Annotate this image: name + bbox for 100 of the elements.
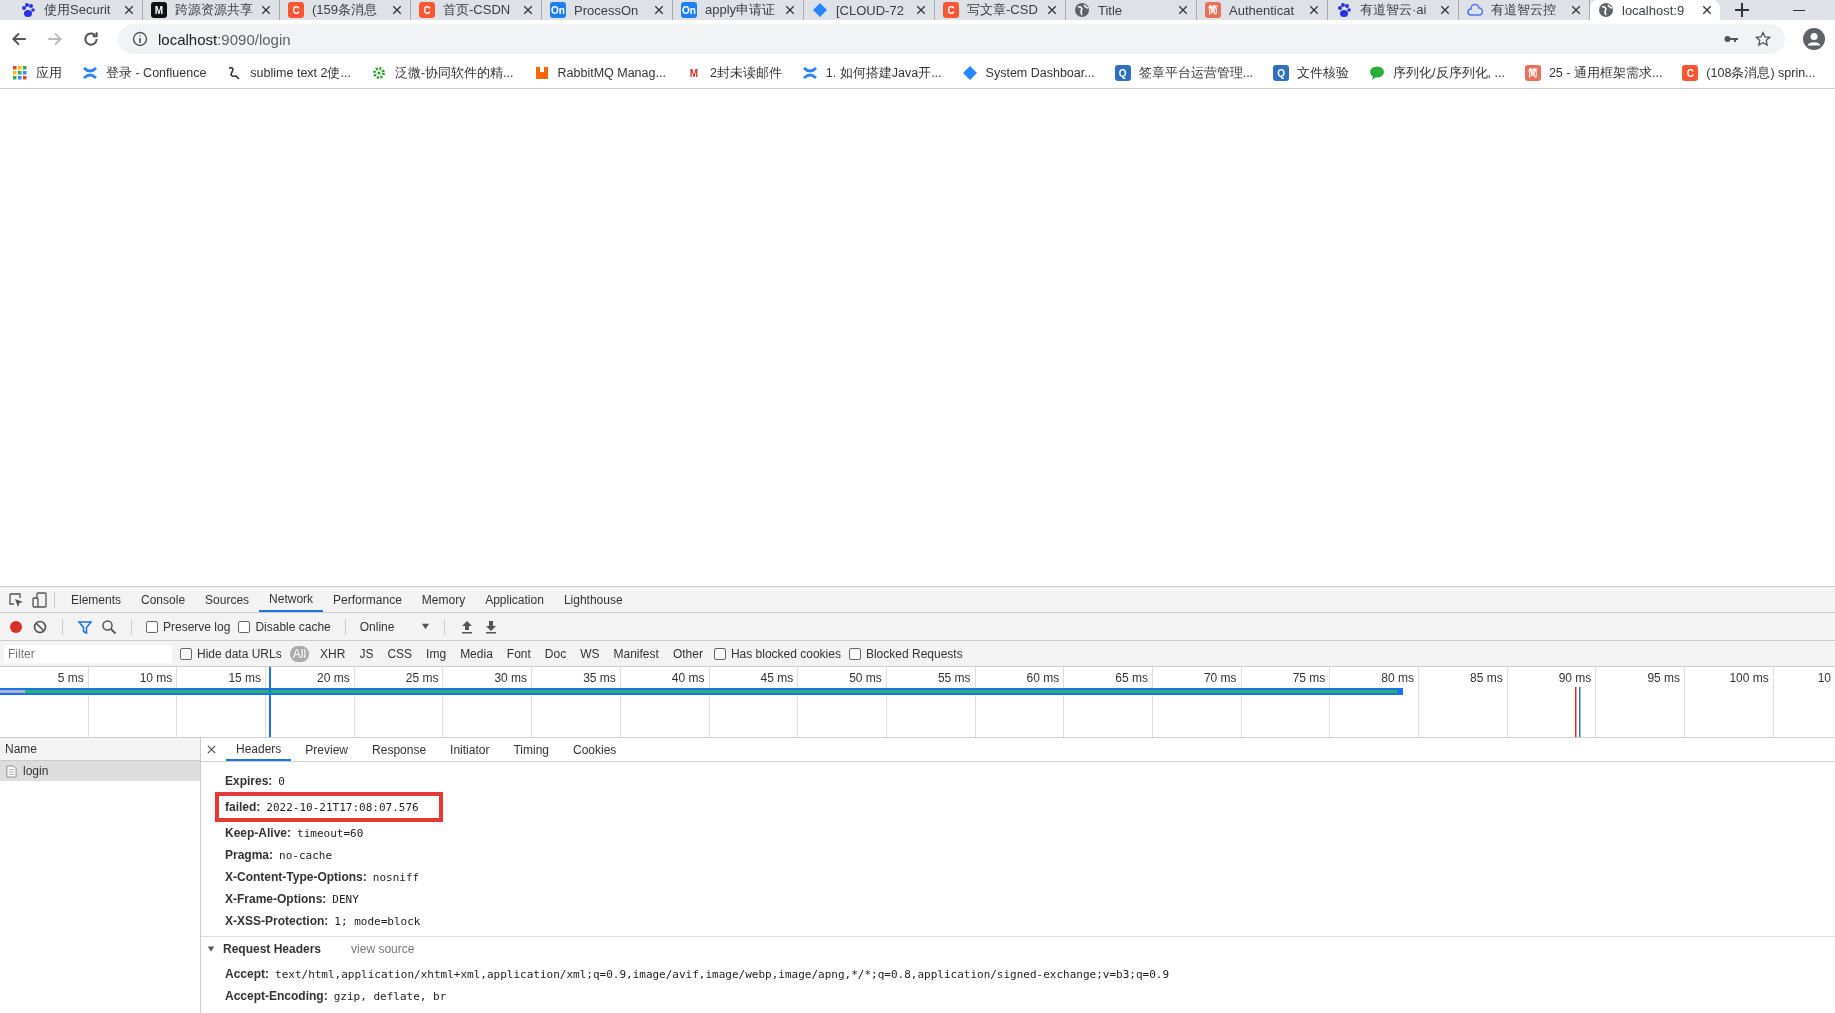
close-icon[interactable] <box>785 5 795 15</box>
search-icon[interactable] <box>101 618 117 635</box>
type-filter[interactable]: Doc <box>541 645 570 662</box>
detail-tab[interactable]: Initiator <box>440 738 500 761</box>
star-icon[interactable] <box>1755 31 1771 47</box>
browser-tab[interactable]: [CLOUD-72 <box>804 0 935 20</box>
plus-icon[interactable] <box>1734 2 1750 18</box>
close-icon[interactable] <box>1309 5 1319 15</box>
back-icon[interactable] <box>10 30 28 48</box>
browser-tab[interactable]: M 跨源资源共享 <box>143 0 280 20</box>
devtools-tab[interactable]: Sources <box>195 587 260 612</box>
filter-field[interactable]: Filter <box>4 644 172 663</box>
type-filter[interactable]: XHR <box>317 645 349 662</box>
close-icon[interactable] <box>261 5 271 15</box>
close-icon[interactable] <box>1702 5 1712 15</box>
info-icon[interactable] <box>132 31 148 47</box>
minimize-icon[interactable] <box>1793 9 1805 11</box>
tick-label: 85 ms <box>1470 671 1503 685</box>
devtools-tab[interactable]: Console <box>131 587 196 612</box>
device-icon[interactable] <box>32 591 48 608</box>
type-filter[interactable]: JS <box>356 645 377 662</box>
browser-tab[interactable]: 有道智云控 <box>1459 0 1590 20</box>
collapse-triangle-icon[interactable] <box>207 945 215 953</box>
view-source-link[interactable]: view source <box>351 942 415 956</box>
close-icon[interactable] <box>392 5 402 15</box>
devtools-tab[interactable]: Lighthouse <box>553 587 633 612</box>
site-logo: On <box>550 2 566 18</box>
document-icon <box>6 764 17 778</box>
devtools-tab[interactable]: Performance <box>323 587 412 612</box>
profile-icon[interactable] <box>1803 28 1825 50</box>
devtools-tab[interactable]: Application <box>475 587 554 612</box>
close-icon[interactable] <box>1571 5 1581 15</box>
type-filter[interactable]: Other <box>669 645 706 662</box>
type-filter[interactable]: CSS <box>384 645 416 662</box>
dropdown-caret-icon[interactable] <box>420 622 430 631</box>
browser-tab[interactable]: C 写文章-CSD <box>935 0 1066 20</box>
bookmark[interactable]: 登录 - Confluence <box>82 64 207 82</box>
bookmark[interactable]: sublime text 2使... <box>226 64 351 82</box>
bookmark[interactable]: 1. 如何搭建Java开... <box>801 64 942 82</box>
type-filter[interactable]: Media <box>457 645 496 662</box>
detail-tab[interactable]: Cookies <box>563 738 627 761</box>
detail-tab[interactable]: Preview <box>295 738 359 761</box>
browser-tab[interactable]: On ProcessOn <box>542 0 673 20</box>
close-icon[interactable] <box>1178 5 1188 15</box>
browser-tab[interactable]: On apply申请证 <box>673 0 804 20</box>
type-filter[interactable]: Font <box>503 645 534 662</box>
tab-title: Title <box>1098 2 1124 18</box>
close-icon[interactable] <box>207 745 216 754</box>
bookmark[interactable]: System Dashboar... <box>961 65 1095 81</box>
close-icon[interactable] <box>124 5 134 15</box>
section-title[interactable]: Request Headers <box>223 942 322 956</box>
detail-tab[interactable]: Response <box>362 738 437 761</box>
request-row[interactable]: login <box>0 761 200 781</box>
close-icon[interactable] <box>1047 5 1057 15</box>
filter-icon[interactable] <box>77 618 93 635</box>
browser-tab[interactable]: 简 Authenticat <box>1197 0 1328 20</box>
type-filter[interactable]: WS <box>577 645 603 662</box>
browser-tab[interactable]: Title <box>1066 0 1197 20</box>
clear-icon[interactable] <box>32 618 48 635</box>
hide-data-urls-checkbox[interactable]: Hide data URLs <box>180 646 282 661</box>
tab-title: 跨源资源共享 <box>175 1 253 19</box>
inspect-icon[interactable] <box>8 591 24 608</box>
address-bar[interactable]: localhost:9090/login <box>118 24 1785 54</box>
site-logo: C <box>288 2 304 18</box>
browser-tab[interactable]: C 首页-CSDN <box>411 0 542 20</box>
bookmark[interactable]: M 2封未读邮件 <box>685 64 782 82</box>
detail-tab[interactable]: Timing <box>503 738 559 761</box>
browser-tab[interactable]: 使用Securit <box>12 0 143 20</box>
bookmark[interactable]: 应用 <box>12 64 62 82</box>
bookmark[interactable]: RabbitMQ Manag... <box>533 65 666 81</box>
browser-tab[interactable]: C (159条消息 <box>280 0 411 20</box>
bookmark[interactable]: 简 25 - 通用框架需求... <box>1524 64 1663 82</box>
close-icon[interactable] <box>1440 5 1450 15</box>
devtools-tab[interactable]: Memory <box>411 587 476 612</box>
type-filter[interactable]: Img <box>423 645 450 662</box>
disable-cache-checkbox[interactable]: Disable cache <box>238 619 331 634</box>
bookmark[interactable]: Q 文件核验 <box>1273 64 1350 82</box>
devtools-tab[interactable]: Elements <box>61 587 132 612</box>
close-icon[interactable] <box>523 5 533 15</box>
detail-tab[interactable]: Headers <box>226 738 292 761</box>
bookmark[interactable]: 序列化/反序列化, ... <box>1369 64 1505 82</box>
site-logo: M <box>151 2 167 18</box>
marker-line <box>1579 687 1581 737</box>
record-icon[interactable] <box>8 618 24 635</box>
close-icon[interactable] <box>654 5 664 15</box>
blocked-requests-checkbox[interactable]: Blocked Requests <box>848 646 963 661</box>
tick-label: 90 ms <box>1558 671 1592 685</box>
throttling-dropdown[interactable]: Online <box>359 619 430 634</box>
tick-label: 10 <box>1817 671 1831 685</box>
close-icon[interactable] <box>916 5 926 15</box>
bookmark[interactable]: Q 签章平台运营管理... <box>1114 64 1254 82</box>
preserve-log-checkbox[interactable]: Preserve log <box>146 619 231 634</box>
blocked-cookies-checkbox[interactable]: Has blocked cookies <box>713 646 841 661</box>
header-name: X-Content-Type-Options: <box>225 870 367 884</box>
reload-icon[interactable] <box>82 30 100 48</box>
browser-tab[interactable]: 有道智云·ai <box>1328 0 1459 20</box>
bookmark[interactable]: 泛微-协同软件的精... <box>370 64 514 82</box>
type-filter[interactable]: Manifest <box>610 645 662 662</box>
browser-tab[interactable]: localhost:9 <box>1590 0 1720 20</box>
bookmark[interactable]: C (108条消息) sprin... <box>1682 64 1816 82</box>
